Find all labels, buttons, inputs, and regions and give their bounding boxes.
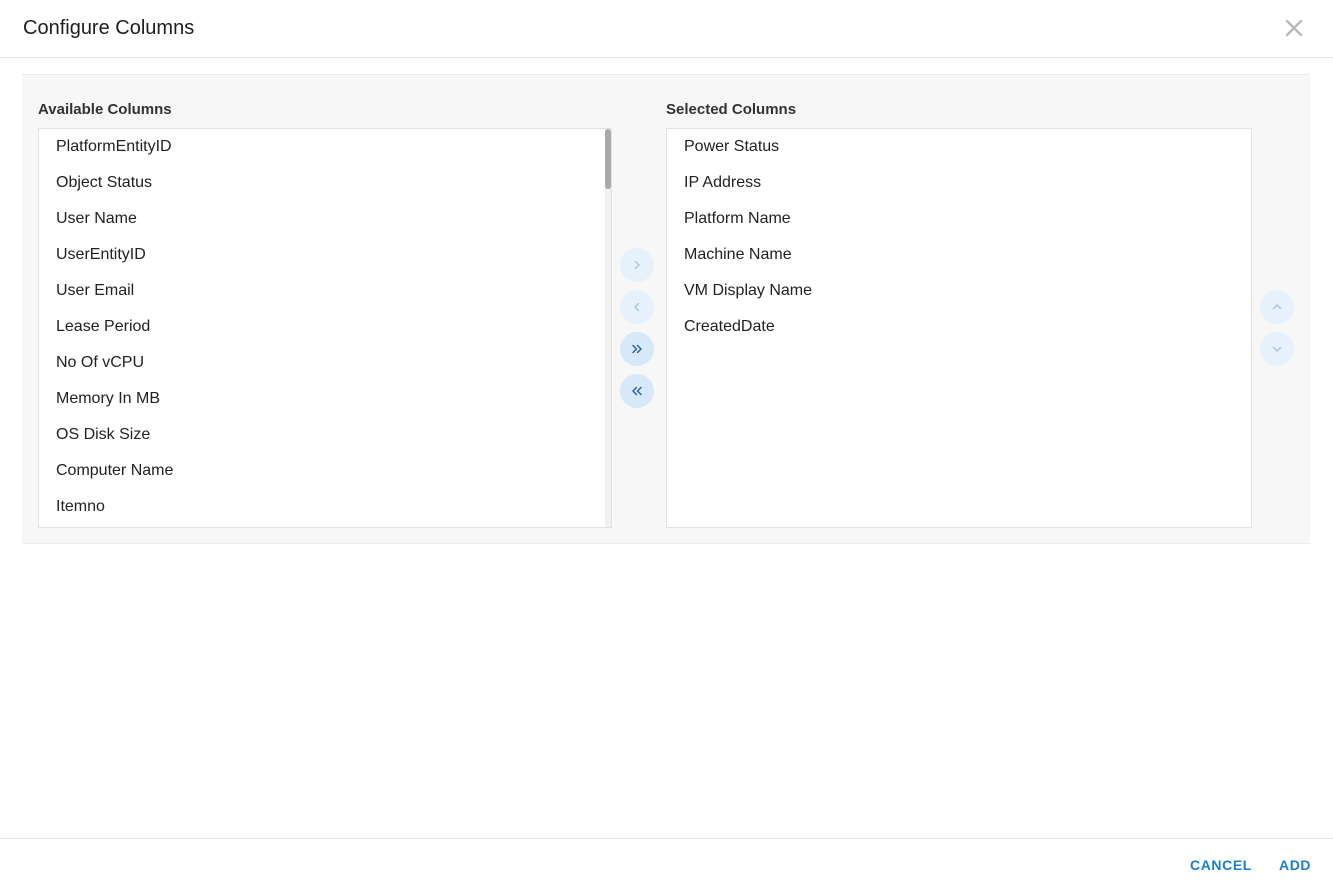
add-button[interactable]: ADD xyxy=(1279,857,1311,873)
list-item[interactable]: No Of vCPU xyxy=(39,345,611,381)
move-down-button[interactable] xyxy=(1260,332,1294,366)
selected-columns-list[interactable]: Power Status IP Address Platform Name Machi… xyxy=(666,128,1252,528)
list-item[interactable]: Object Status xyxy=(39,165,611,201)
list-item[interactable]: CreatedDate xyxy=(667,309,1251,345)
list-item[interactable]: User Name xyxy=(39,201,611,237)
list-item[interactable]: Memory In MB xyxy=(39,381,611,417)
list-item[interactable]: Itemno xyxy=(39,489,611,525)
list-item[interactable]: VM Display Name xyxy=(667,273,1251,309)
list-item[interactable]: User Email xyxy=(39,273,611,309)
chevron-down-icon xyxy=(1272,346,1282,352)
list-item[interactable]: Computer Name xyxy=(39,453,611,489)
list-item[interactable]: Platform Name xyxy=(667,201,1251,237)
chevron-left-icon xyxy=(634,302,640,312)
double-chevron-right-icon xyxy=(632,344,642,354)
available-columns-list[interactable]: PlatformEntityID Object Status User Name Us… xyxy=(38,128,612,528)
move-left-button[interactable] xyxy=(620,290,654,324)
dialog-header: Configure Columns xyxy=(0,0,1333,58)
list-item[interactable]: Power Status xyxy=(667,129,1251,165)
list-item[interactable]: PlatformEntityID xyxy=(39,129,611,165)
list-item[interactable]: IP Address xyxy=(667,165,1251,201)
move-right-button[interactable] xyxy=(620,248,654,282)
chevron-up-icon xyxy=(1272,304,1282,310)
selected-columns-label: Selected Columns xyxy=(666,101,797,118)
dialog-footer: CANCEL ADD xyxy=(0,838,1333,883)
dialog-title: Configure Columns xyxy=(23,17,195,39)
scrollbar-thumb[interactable] xyxy=(605,129,611,189)
move-up-button[interactable] xyxy=(1260,290,1294,324)
list-item[interactable]: OS Disk Size xyxy=(39,417,611,453)
chevron-right-icon xyxy=(634,260,640,270)
move-all-right-button[interactable] xyxy=(620,332,654,366)
list-item[interactable]: Lease Period xyxy=(39,309,611,345)
columns-panel: Available Columns PlatformEntityID Object… xyxy=(22,74,1310,544)
list-item[interactable]: UserEntityID xyxy=(39,237,611,273)
cancel-button[interactable]: CANCEL xyxy=(1190,857,1252,873)
list-item[interactable]: Machine Name xyxy=(667,237,1251,273)
move-all-left-button[interactable] xyxy=(620,374,654,408)
scrollbar[interactable] xyxy=(605,129,611,527)
available-columns-label: Available Columns xyxy=(38,101,172,118)
double-chevron-left-icon xyxy=(632,386,642,396)
close-icon[interactable] xyxy=(1283,17,1305,39)
configure-columns-dialog: Configure Columns Available Columns Plat… xyxy=(0,0,1333,883)
